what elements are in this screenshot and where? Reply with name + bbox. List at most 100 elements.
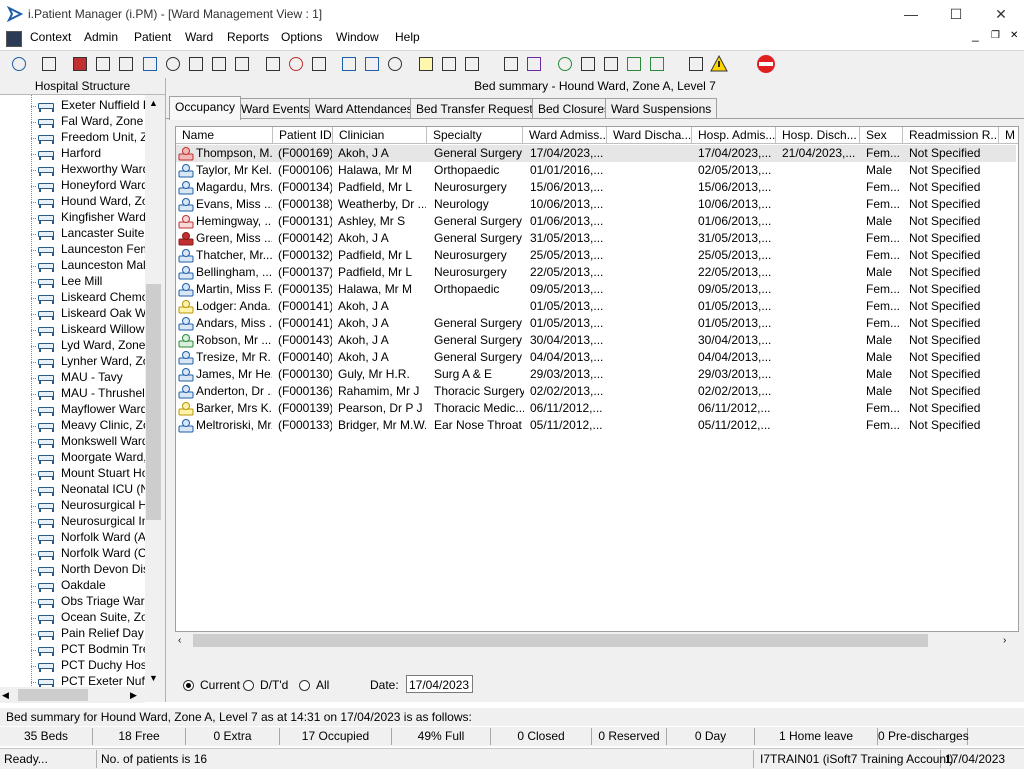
tree-item[interactable]: Lynher Ward, Zor [38, 354, 145, 370]
table-scroll-thumb[interactable] [193, 634, 928, 647]
close-button[interactable]: ✕ [978, 0, 1024, 28]
tab-bed-closures[interactable]: Bed Closures [532, 98, 617, 119]
radio-dtd-label[interactable]: D/T'd [260, 678, 288, 692]
table-row[interactable]: Robson, Mr ... (F000143) Akoh, J A General … [176, 332, 1016, 349]
menu-help[interactable]: Help [395, 30, 420, 44]
screen-list-icon[interactable] [362, 54, 382, 74]
tree-item[interactable]: Mayflower Ward, [38, 402, 145, 418]
tree-item[interactable]: Liskeard Willow V [38, 322, 145, 338]
tab-ward-attendances[interactable]: Ward Attendances [309, 98, 419, 119]
tree-item[interactable]: Neurosurgical Inte [38, 514, 145, 530]
tree-item[interactable]: North Devon Dist [38, 562, 145, 578]
monitor-icon[interactable] [309, 54, 329, 74]
tree-item[interactable]: Norfolk Ward (Co [38, 546, 145, 562]
tree-item[interactable]: Obs Triage Ward [38, 594, 145, 610]
hospital-tree[interactable]: Exeter Nuffield H Fal Ward, Zone E Freedom… [0, 95, 145, 687]
radio-dtd[interactable] [243, 680, 254, 691]
date-field[interactable]: 17/04/2023 [406, 675, 473, 693]
radio-all-label[interactable]: All [316, 678, 329, 692]
table-row[interactable]: James, Mr He... (F000130) Guly, Mr H.R. Sur… [176, 366, 1016, 383]
menu-options[interactable]: Options [281, 30, 322, 44]
column-header[interactable]: Ward Admiss... [523, 127, 607, 144]
tree-item[interactable]: Harford [38, 146, 145, 162]
tree-item[interactable]: Monkswell Ward, [38, 434, 145, 450]
check-list-icon[interactable] [578, 54, 598, 74]
globe-icon[interactable] [555, 54, 575, 74]
tree-item[interactable]: Norfolk Ward (Ad [38, 530, 145, 546]
column-header[interactable]: Name [176, 127, 273, 144]
menu-reports[interactable]: Reports [227, 30, 269, 44]
tree-item[interactable]: Exeter Nuffield H [38, 98, 145, 114]
table-row[interactable]: Thatcher, Mr... (F000132) Padfield, Mr L Ne… [176, 247, 1016, 264]
tree-item[interactable]: Lee Mill [38, 274, 145, 290]
column-header[interactable]: Specialty [427, 127, 523, 144]
column-header[interactable]: Readmission R... [903, 127, 999, 144]
tree-item[interactable]: PCT Duchy Hosp [38, 658, 145, 674]
mdi-minimize-button[interactable]: _ [972, 28, 979, 42]
tree-scroll-thumb[interactable] [146, 284, 161, 520]
notes-icon[interactable] [186, 54, 206, 74]
records-icon[interactable] [116, 54, 136, 74]
table-row[interactable]: Martin, Miss F... (F000135) Halawa, Mr M Or… [176, 281, 1016, 298]
tab-ward-suspensions[interactable]: Ward Suspensions [605, 98, 718, 119]
radio-all[interactable] [299, 680, 310, 691]
record-red-icon[interactable] [70, 54, 90, 74]
bed-list-icon[interactable] [439, 54, 459, 74]
tree-item[interactable]: Ocean Suite, Zor [38, 610, 145, 626]
timer-icon[interactable] [385, 54, 405, 74]
scroll-left-arrow-icon[interactable]: ◀ [2, 687, 16, 703]
tree-item[interactable]: Fal Ward, Zone E [38, 114, 145, 130]
notepad-icon[interactable] [416, 54, 436, 74]
table-scroll-left-icon[interactable]: ‹ [178, 632, 190, 649]
maximize-button[interactable]: ☐ [933, 0, 979, 28]
tab-ward-events[interactable]: Ward Events [235, 98, 316, 119]
bed-icon[interactable] [209, 54, 229, 74]
table-row[interactable]: Meltroriski, Mr... (F000133) Bridger, Mr M… [176, 417, 1016, 434]
column-header[interactable]: Patient ID [273, 127, 333, 144]
column-header[interactable]: Clinician [333, 127, 427, 144]
tree-item[interactable]: Freedom Unit, Zo [38, 130, 145, 146]
check-down-icon[interactable] [601, 54, 621, 74]
tree-item[interactable]: Hexworthy Ward, [38, 162, 145, 178]
screen-icon[interactable] [339, 54, 359, 74]
tree-item[interactable]: Kingfisher Ward [38, 210, 145, 226]
tree-item[interactable]: Hound Ward, Zor [38, 194, 145, 210]
tree-item[interactable]: Pain Relief Day C [38, 626, 145, 642]
table-row[interactable]: Andars, Miss ... (F000141) Akoh, J A Genera… [176, 315, 1016, 332]
bed-transfer-icon[interactable] [232, 54, 252, 74]
table-row[interactable]: Barker, Mrs K... (F000139) Pearson, Dr P J… [176, 400, 1016, 417]
column-header[interactable]: Ward Discha... [607, 127, 692, 144]
tree-horizontal-scrollbar[interactable]: ◀ ▶ [0, 687, 145, 703]
scroll-up-arrow-icon[interactable]: ▲ [145, 95, 162, 112]
document-icon[interactable] [6, 31, 22, 47]
table-row[interactable]: Lodger: Anda... (F000141) Akoh, J A 01/05/2… [176, 298, 1016, 315]
tree-vertical-scrollbar[interactable]: ▲ ▼ [145, 95, 162, 687]
tree-item[interactable]: PCT Exeter Nuffie [38, 674, 145, 687]
tab-bed-transfer-requests[interactable]: Bed Transfer Requests [410, 98, 545, 119]
column-header[interactable]: Sex [860, 127, 903, 144]
tree-item[interactable]: Launceston Fema [38, 242, 145, 258]
tree-item[interactable]: Liskeard Chemo D [38, 290, 145, 306]
tree-item[interactable]: Neurosurgical Hig [38, 498, 145, 514]
table-row[interactable]: Hemingway, ... (F000131) Ashley, Mr S Gener… [176, 213, 1016, 230]
tab-occupancy[interactable]: Occupancy [169, 96, 242, 120]
tree-item[interactable]: Mount Stuart Hos [38, 466, 145, 482]
tree-item[interactable]: Launceston Male [38, 258, 145, 274]
minimize-button[interactable]: — [888, 0, 934, 28]
table-row[interactable]: Magardu, Mrs... (F000134) Padfield, Mr L Ne… [176, 179, 1016, 196]
warning-icon[interactable] [709, 54, 729, 74]
tree-item[interactable]: Oakdale [38, 578, 145, 594]
tree-item[interactable]: MAU - Thrushel [38, 386, 145, 402]
mdi-close-button[interactable]: ✕ [1010, 30, 1018, 41]
bar-chart-icon[interactable] [524, 54, 544, 74]
tree-item[interactable]: MAU - Tavy [38, 370, 145, 386]
column-header[interactable]: M [999, 127, 1018, 144]
tree-item[interactable]: Neonatal ICU (NN [38, 482, 145, 498]
refresh-icon[interactable] [647, 54, 667, 74]
tree-item[interactable]: Liskeard Oak Wa [38, 306, 145, 322]
green-arrow-icon[interactable] [624, 54, 644, 74]
radio-current[interactable] [183, 680, 194, 691]
tree-item[interactable]: Moorgate Ward, Z [38, 450, 145, 466]
cancel-icon[interactable] [263, 54, 283, 74]
menu-ward[interactable]: Ward [185, 30, 213, 44]
